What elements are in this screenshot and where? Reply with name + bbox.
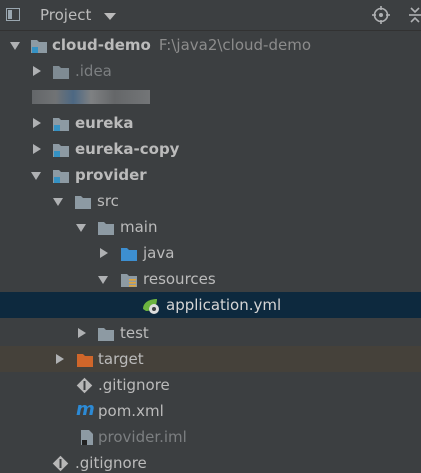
file-label: .gitignore bbox=[75, 454, 147, 472]
module-label: eureka-copy bbox=[75, 140, 180, 158]
collapse-arrow-icon[interactable] bbox=[31, 58, 43, 84]
tree-node-eureka-copy[interactable]: eureka-copy bbox=[0, 136, 421, 162]
folder-label: target bbox=[98, 350, 144, 368]
gitignore-icon bbox=[76, 377, 94, 394]
dropdown-caret-icon[interactable] bbox=[104, 13, 116, 20]
expand-arrow-icon[interactable] bbox=[53, 188, 65, 214]
folder-label: resources bbox=[143, 270, 216, 288]
expand-arrow-icon[interactable] bbox=[76, 214, 88, 240]
file-label: application.yml bbox=[166, 296, 282, 314]
collapse-arrow-icon[interactable] bbox=[76, 320, 88, 346]
collapse-arrow-icon[interactable] bbox=[31, 110, 43, 136]
folder-label: .idea bbox=[75, 62, 112, 80]
redacted-item bbox=[32, 90, 150, 104]
folder-icon bbox=[97, 219, 115, 235]
file-label: .gitignore bbox=[98, 376, 170, 394]
maven-icon: m bbox=[76, 399, 95, 420]
tree-node-root[interactable]: cloud-demo F:\java2\cloud-demo bbox=[0, 32, 421, 58]
tree-node-gitignore-root[interactable]: .gitignore bbox=[0, 450, 421, 473]
module-folder-icon bbox=[52, 115, 70, 131]
tree-node-provider[interactable]: provider bbox=[0, 162, 421, 188]
folder-icon bbox=[74, 193, 92, 209]
tool-window-header: Project bbox=[0, 0, 421, 31]
expand-arrow-icon[interactable] bbox=[10, 32, 22, 58]
root-project-path: F:\java2\cloud-demo bbox=[158, 36, 311, 54]
resources-folder-icon bbox=[120, 271, 138, 287]
excluded-folder-icon bbox=[76, 351, 94, 367]
folder-icon bbox=[97, 325, 115, 341]
collapse-arrow-icon[interactable] bbox=[31, 136, 43, 162]
tree-node-idea[interactable]: .idea bbox=[0, 58, 421, 84]
module-label: eureka bbox=[75, 114, 134, 132]
tree-node-gitignore-provider[interactable]: .gitignore bbox=[0, 372, 421, 398]
expand-arrow-icon[interactable] bbox=[98, 266, 110, 292]
file-label: pom.xml bbox=[98, 402, 164, 420]
root-project-name: cloud-demo bbox=[52, 36, 151, 54]
collapse-arrow-icon[interactable] bbox=[98, 240, 110, 266]
file-label: provider.iml bbox=[98, 428, 187, 446]
expand-arrow-icon[interactable] bbox=[31, 162, 43, 188]
folder-label: java bbox=[143, 244, 175, 262]
folder-label: src bbox=[97, 192, 119, 210]
source-folder-icon bbox=[120, 245, 138, 261]
locate-target-icon[interactable] bbox=[372, 6, 390, 24]
tree-node-application-yml[interactable]: application.yml bbox=[0, 292, 421, 318]
tree-node-src[interactable]: src bbox=[0, 188, 421, 214]
tree-node-pom-xml[interactable]: m pom.xml bbox=[0, 398, 421, 424]
gitignore-icon bbox=[52, 455, 70, 472]
module-folder-icon bbox=[52, 141, 70, 157]
collapse-all-icon[interactable] bbox=[407, 6, 421, 24]
folder-label: test bbox=[120, 324, 149, 342]
iml-file-icon bbox=[80, 429, 98, 445]
spring-config-icon bbox=[141, 297, 159, 314]
module-folder-icon bbox=[52, 167, 70, 183]
tree-node-test[interactable]: test bbox=[0, 320, 421, 346]
collapse-arrow-icon[interactable] bbox=[54, 346, 66, 372]
tree-node-resources[interactable]: resources bbox=[0, 266, 421, 292]
project-tool-window: Project cloud-demo F:\java2\cloud-demo .… bbox=[0, 0, 421, 473]
tree-node-eureka[interactable]: eureka bbox=[0, 110, 421, 136]
tree-node-java[interactable]: java bbox=[0, 240, 421, 266]
tree-node-provider-iml[interactable]: provider.iml bbox=[0, 424, 421, 450]
project-panel-icon bbox=[6, 8, 20, 21]
folder-icon bbox=[52, 63, 70, 79]
module-label: provider bbox=[75, 166, 147, 184]
module-folder-icon bbox=[30, 37, 48, 53]
tree-node-main[interactable]: main bbox=[0, 214, 421, 240]
tree-node-target[interactable]: target bbox=[0, 346, 421, 372]
folder-label: main bbox=[120, 218, 158, 236]
panel-title[interactable]: Project bbox=[40, 6, 91, 24]
